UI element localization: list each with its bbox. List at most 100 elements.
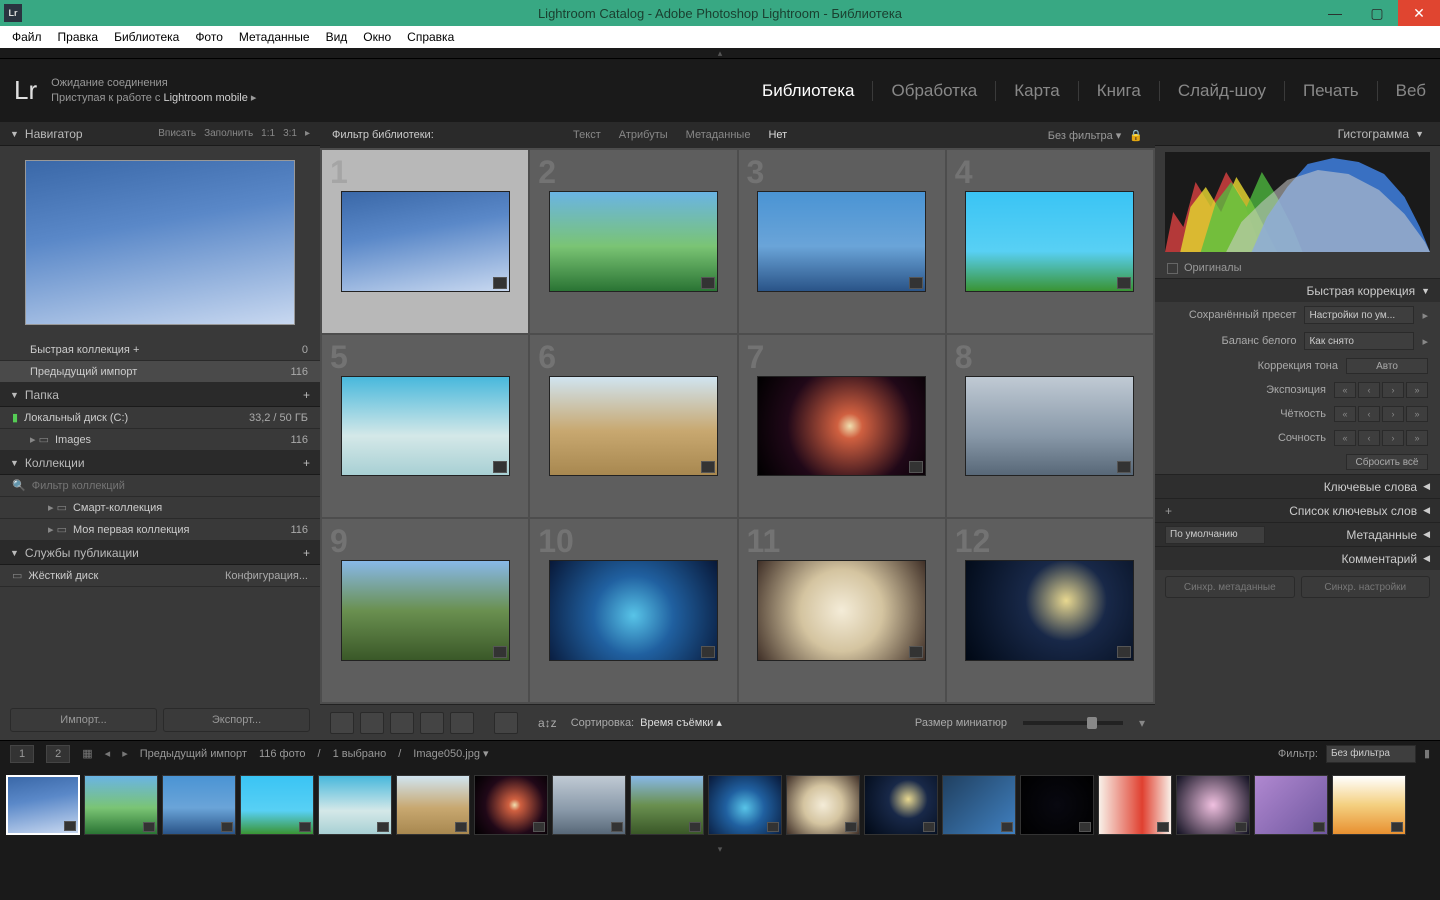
add-folder-button[interactable]: +	[303, 388, 310, 402]
nav-zoom-Вписать[interactable]: Вписать	[158, 128, 196, 139]
quick-develop-header[interactable]: Быстрая коррекция▼	[1155, 278, 1440, 302]
expand-icon[interactable]: ▸	[1422, 335, 1428, 348]
auto-tone-button[interactable]: Авто	[1346, 358, 1428, 374]
inc-large-button[interactable]: »	[1406, 406, 1428, 422]
navigator-header[interactable]: ▼ Навигатор ВписатьЗаполнить1:13:1▸	[0, 122, 320, 146]
grid-cell[interactable]: 3	[739, 150, 945, 333]
dec-button[interactable]: ‹	[1358, 382, 1380, 398]
add-icon[interactable]: +	[1165, 504, 1172, 518]
dec-button[interactable]: ‹	[1358, 430, 1380, 446]
inc-button[interactable]: ›	[1382, 382, 1404, 398]
top-collapse-handle[interactable]: ▴	[0, 48, 1440, 58]
filmstrip-thumb[interactable]	[474, 775, 548, 835]
filter-preset-dropdown[interactable]: Без фильтра ▾	[1048, 129, 1122, 142]
grid-cell[interactable]: 11	[739, 519, 945, 702]
preset-dropdown[interactable]: Настройки по ум...	[1304, 306, 1414, 324]
folder-row[interactable]: ▸ ▭ Images 116	[0, 429, 320, 451]
menu-фото[interactable]: Фото	[187, 26, 231, 48]
filmstrip-thumb[interactable]	[1020, 775, 1094, 835]
metadata-preset-dropdown[interactable]: По умолчанию	[1165, 526, 1265, 544]
grid-cell[interactable]: 12	[947, 519, 1153, 702]
menu-окно[interactable]: Окно	[355, 26, 399, 48]
inc-large-button[interactable]: »	[1406, 430, 1428, 446]
sort-direction-button[interactable]: a↕z	[538, 716, 557, 730]
folders-header[interactable]: ▼ Папка +	[0, 383, 320, 407]
page-indicator-2[interactable]: 2	[46, 745, 70, 763]
originals-row[interactable]: Оригиналы	[1155, 258, 1440, 278]
export-button[interactable]: Экспорт...	[163, 708, 310, 732]
menu-метаданные[interactable]: Метаданные	[231, 26, 318, 48]
filmstrip-thumb[interactable]	[942, 775, 1016, 835]
panel-header-0[interactable]: Ключевые слова◀	[1155, 474, 1440, 498]
menu-справка[interactable]: Справка	[399, 26, 462, 48]
filter-toggle-icon[interactable]: ▮	[1424, 747, 1430, 760]
thumb-size-slider[interactable]	[1023, 721, 1123, 725]
inc-button[interactable]: ›	[1382, 406, 1404, 422]
catalog-row[interactable]: Предыдущий импорт116	[0, 361, 320, 383]
filmstrip-thumb[interactable]	[864, 775, 938, 835]
menu-файл[interactable]: Файл	[4, 26, 50, 48]
menu-библиотека[interactable]: Библиотека	[106, 26, 187, 48]
grid-cell[interactable]: 9	[322, 519, 528, 702]
page-indicator-1[interactable]: 1	[10, 745, 34, 763]
dec-large-button[interactable]: «	[1334, 406, 1356, 422]
filmstrip-thumb[interactable]	[6, 775, 80, 835]
sync-status[interactable]: Ожидание соединения Приступая к работе с…	[51, 76, 256, 106]
module-0[interactable]: Библиотека	[744, 81, 873, 101]
expand-icon[interactable]: ▸	[1422, 309, 1428, 322]
filter-tab-3[interactable]: Нет	[768, 129, 787, 141]
maximize-button[interactable]: ▢	[1356, 0, 1398, 26]
filmstrip-thumb[interactable]	[396, 775, 470, 835]
collection-filter-input[interactable]	[32, 480, 308, 492]
filmstrip-thumb[interactable]	[786, 775, 860, 835]
filmstrip-thumb[interactable]	[1176, 775, 1250, 835]
filmstrip-thumb[interactable]	[630, 775, 704, 835]
nav-back-button[interactable]: ◂	[105, 747, 111, 760]
toolbar-menu-button[interactable]: ▾	[1139, 716, 1145, 730]
filmstrip-thumb[interactable]	[1332, 775, 1406, 835]
inc-button[interactable]: ›	[1382, 430, 1404, 446]
add-publish-button[interactable]: +	[303, 546, 310, 560]
dec-large-button[interactable]: «	[1334, 382, 1356, 398]
filmstrip-thumb[interactable]	[318, 775, 392, 835]
grid-view-button[interactable]	[330, 712, 354, 734]
publish-service-row[interactable]: ▭ Жёсткий диск Конфигурация...	[0, 565, 320, 587]
publish-configure-link[interactable]: Конфигурация...	[225, 570, 308, 582]
filter-tab-2[interactable]: Метаданные	[686, 129, 751, 141]
module-4[interactable]: Слайд-шоу	[1160, 81, 1285, 101]
grid-icon[interactable]: ▦	[82, 747, 92, 760]
collection-row[interactable]: ▸ ▭Моя первая коллекция116	[0, 519, 320, 541]
dec-button[interactable]: ‹	[1358, 406, 1380, 422]
wb-dropdown[interactable]: Как снято	[1304, 332, 1414, 350]
filmstrip-thumb[interactable]	[552, 775, 626, 835]
current-filename[interactable]: Image050.jpg ▾	[413, 747, 488, 760]
grid-cell[interactable]: 1	[322, 150, 528, 333]
lock-icon[interactable]: 🔒	[1129, 129, 1143, 142]
nav-zoom-3:1[interactable]: 3:1	[283, 128, 297, 139]
module-1[interactable]: Обработка	[873, 81, 996, 101]
module-6[interactable]: Веб	[1378, 81, 1426, 101]
filter-tab-1[interactable]: Атрибуты	[619, 129, 668, 141]
inc-large-button[interactable]: »	[1406, 382, 1428, 398]
catalog-row[interactable]: Быстрая коллекция +0	[0, 339, 320, 361]
grid-cell[interactable]: 8	[947, 335, 1153, 518]
filmstrip-thumb[interactable]	[1254, 775, 1328, 835]
volume-row[interactable]: ▮ Локальный диск (C:) 33,2 / 50 ГБ	[0, 407, 320, 429]
filmstrip[interactable]	[0, 766, 1440, 844]
publish-header[interactable]: ▼ Службы публикации +	[0, 541, 320, 565]
module-3[interactable]: Книга	[1079, 81, 1160, 101]
menu-вид[interactable]: Вид	[318, 26, 356, 48]
grid-cell[interactable]: 5	[322, 335, 528, 518]
filmstrip-thumb[interactable]	[162, 775, 236, 835]
collections-header[interactable]: ▼ Коллекции +	[0, 451, 320, 475]
filmstrip-thumb[interactable]	[1098, 775, 1172, 835]
dec-large-button[interactable]: «	[1334, 430, 1356, 446]
panel-header-1[interactable]: +Список ключевых слов◀	[1155, 498, 1440, 522]
painter-tool-button[interactable]	[494, 712, 518, 734]
module-2[interactable]: Карта	[996, 81, 1079, 101]
sort-dropdown[interactable]: Время съёмки ▴	[640, 716, 722, 729]
nav-fwd-button[interactable]: ▸	[122, 747, 128, 760]
filmstrip-thumb[interactable]	[84, 775, 158, 835]
minimize-button[interactable]: —	[1314, 0, 1356, 26]
navigator-preview[interactable]	[25, 160, 295, 325]
